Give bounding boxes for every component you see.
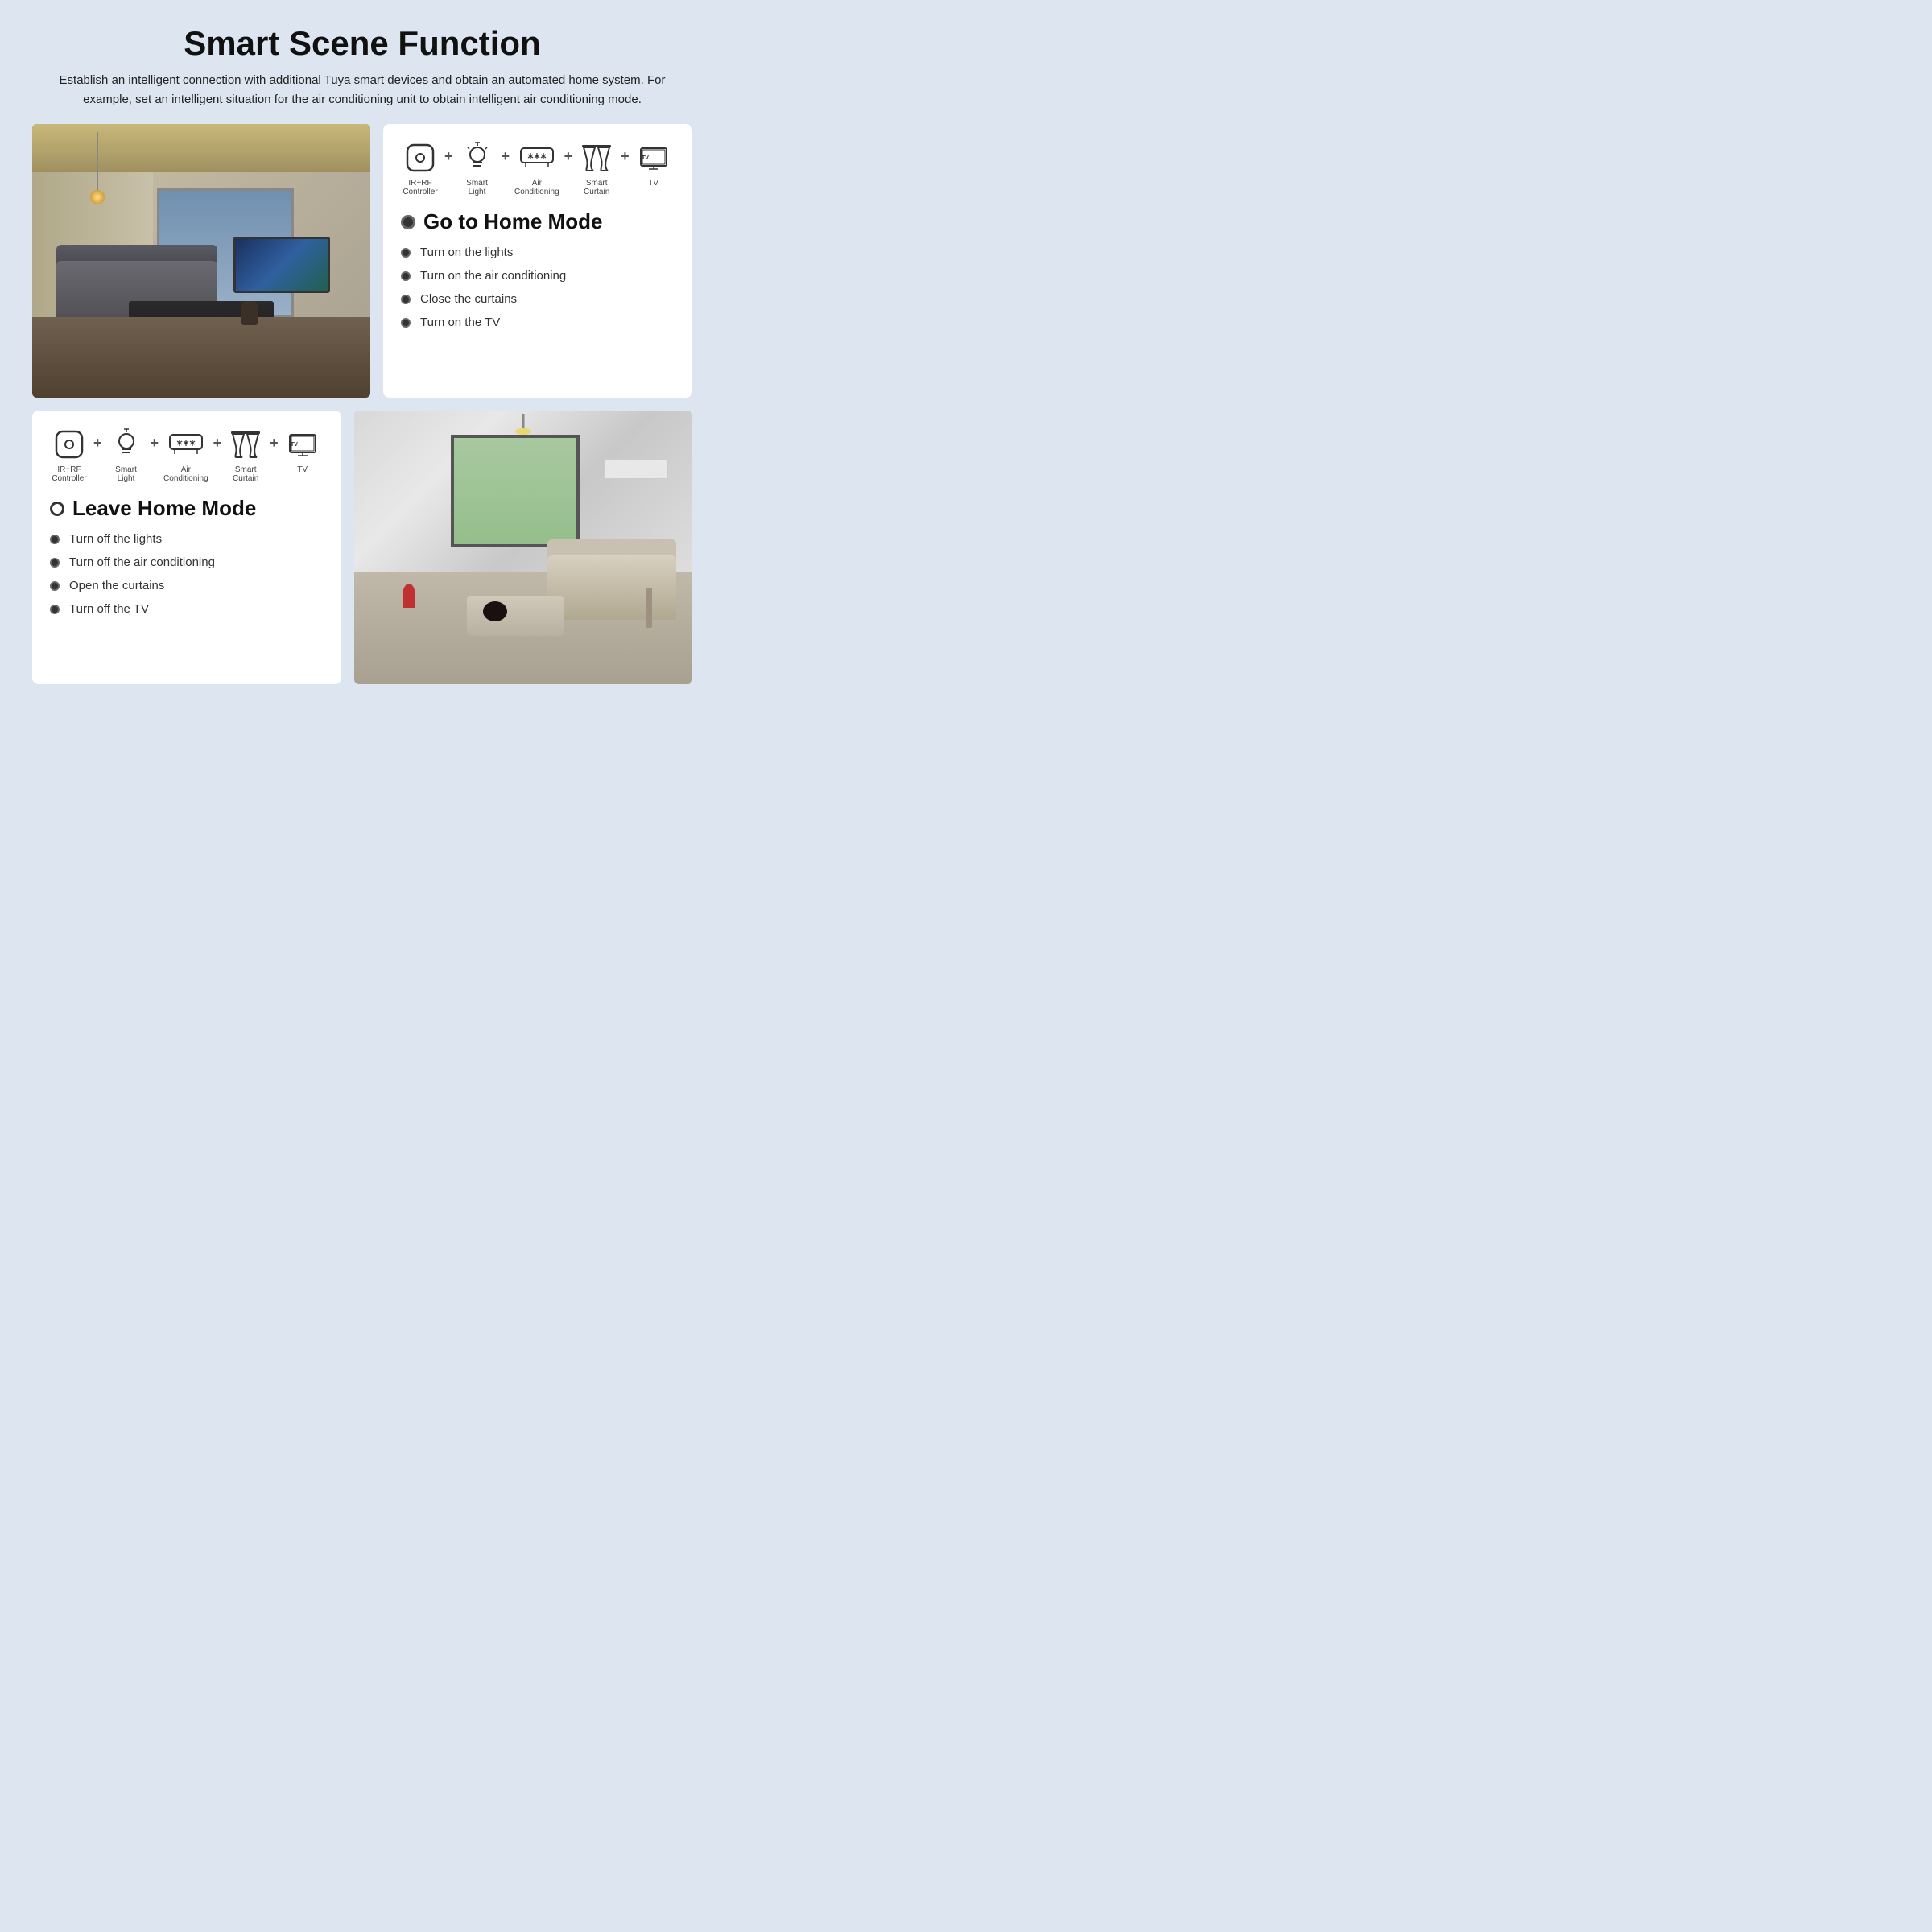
action-dot-3 xyxy=(401,295,411,304)
svg-text:TV: TV xyxy=(291,442,298,448)
action-item-2: Turn on the air conditioning xyxy=(401,269,675,283)
go-home-actions: Turn on the lights Turn on the air condi… xyxy=(401,246,675,329)
curtain-label-top: Smart Curtain xyxy=(584,179,609,196)
smart-light-label-bottom: Smart Light xyxy=(115,465,137,483)
leave-action-label-2: Turn off the air conditioning xyxy=(69,555,215,569)
leave-action-dot-4 xyxy=(50,605,60,614)
plus-3-bottom: + xyxy=(213,435,222,452)
plus-1-bottom: + xyxy=(93,435,102,452)
ac-icon-bottom xyxy=(168,427,204,462)
leave-action-item-3: Open the curtains xyxy=(50,579,324,592)
top-section: IR+RF Controller + xyxy=(32,124,692,398)
header: Smart Scene Function Establish an intell… xyxy=(32,24,692,109)
go-home-mode-title: Go to Home Mode xyxy=(401,209,675,234)
leave-action-label-1: Turn off the lights xyxy=(69,532,162,546)
device-ac-bottom: Air Conditioning xyxy=(163,427,208,483)
bottom-section: IR+RF Controller + Smart Light xyxy=(32,411,692,684)
plus-1-top: + xyxy=(444,148,453,165)
ir-rf-label-bottom: IR+RF Controller xyxy=(52,465,86,483)
action-item-1: Turn on the lights xyxy=(401,246,675,259)
tv-icon-top: TV xyxy=(636,140,671,175)
plus-2-top: + xyxy=(502,148,510,165)
leave-action-label-4: Turn off the TV xyxy=(69,602,149,616)
tv-label-bottom: TV xyxy=(297,465,308,474)
info-panel-top: IR+RF Controller + xyxy=(383,124,692,398)
device-tv-top: TV TV xyxy=(634,140,673,188)
action-label-3: Close the curtains xyxy=(420,292,517,306)
ac-icon-top xyxy=(519,140,555,175)
smart-light-icon-bottom xyxy=(109,427,144,462)
ir-rf-icon-bottom xyxy=(52,427,87,462)
action-label-1: Turn on the lights xyxy=(420,246,513,259)
action-label-4: Turn on the TV xyxy=(420,316,500,329)
leave-home-panel: IR+RF Controller + Smart Light xyxy=(32,411,341,684)
curtain-icon-top xyxy=(579,140,614,175)
page-title: Smart Scene Function xyxy=(32,24,692,63)
leave-action-dot-2 xyxy=(50,558,60,568)
action-item-3: Close the curtains xyxy=(401,292,675,306)
smart-light-label-top: Smart Light xyxy=(466,179,488,196)
action-dot-4 xyxy=(401,318,411,328)
device-ir-rf-top: IR+RF Controller xyxy=(401,140,440,196)
device-tv-bottom: TV TV xyxy=(283,427,322,474)
ir-rf-label-top: IR+RF Controller xyxy=(402,179,437,196)
device-curtain-top: Smart Curtain xyxy=(577,140,616,196)
page-wrapper: Smart Scene Function Establish an intell… xyxy=(16,16,708,700)
page-subtitle: Establish an intelligent connection with… xyxy=(56,71,668,109)
device-curtain-bottom: Smart Curtain xyxy=(226,427,265,483)
ir-rf-icon-top xyxy=(402,140,438,175)
go-home-mode-label: Go to Home Mode xyxy=(423,209,602,234)
leave-home-mode-label: Leave Home Mode xyxy=(72,496,256,521)
leave-action-dot-3 xyxy=(50,581,60,591)
tv-icon-bottom: TV xyxy=(285,427,320,462)
plus-4-top: + xyxy=(621,148,630,165)
smart-light-icon-top xyxy=(460,140,495,175)
ac-label-bottom: Air Conditioning xyxy=(163,465,208,483)
curtain-label-bottom: Smart Curtain xyxy=(233,465,258,483)
leave-action-label-3: Open the curtains xyxy=(69,579,164,592)
leave-action-item-1: Turn off the lights xyxy=(50,532,324,546)
action-label-2: Turn on the air conditioning xyxy=(420,269,566,283)
device-ac-top: Air Conditioning xyxy=(514,140,559,196)
device-icons-bottom: IR+RF Controller + Smart Light xyxy=(50,427,324,483)
leave-action-item-4: Turn off the TV xyxy=(50,602,324,616)
leave-home-actions: Turn off the lights Turn off the air con… xyxy=(50,532,324,616)
device-smart-light-bottom: Smart Light xyxy=(107,427,146,483)
device-smart-light-top: Smart Light xyxy=(458,140,497,196)
svg-text:TV: TV xyxy=(642,155,649,161)
room-photo-top xyxy=(32,124,370,398)
tv-label-top: TV xyxy=(648,179,658,188)
action-item-4: Turn on the TV xyxy=(401,316,675,329)
leave-action-dot-1 xyxy=(50,535,60,544)
leave-home-mode-title: Leave Home Mode xyxy=(50,496,324,521)
device-ir-rf-bottom: IR+RF Controller xyxy=(50,427,89,483)
mode-dot-go-home xyxy=(401,215,415,229)
room-photo-bottom xyxy=(354,411,692,684)
action-dot-2 xyxy=(401,271,411,281)
device-icons-top: IR+RF Controller + xyxy=(401,140,675,196)
ac-label-top: Air Conditioning xyxy=(514,179,559,196)
plus-4-bottom: + xyxy=(270,435,279,452)
plus-3-top: + xyxy=(564,148,573,165)
leave-action-item-2: Turn off the air conditioning xyxy=(50,555,324,569)
curtain-icon-bottom xyxy=(228,427,263,462)
action-dot-1 xyxy=(401,248,411,258)
plus-2-bottom: + xyxy=(151,435,159,452)
mode-dot-leave-home xyxy=(50,502,64,516)
